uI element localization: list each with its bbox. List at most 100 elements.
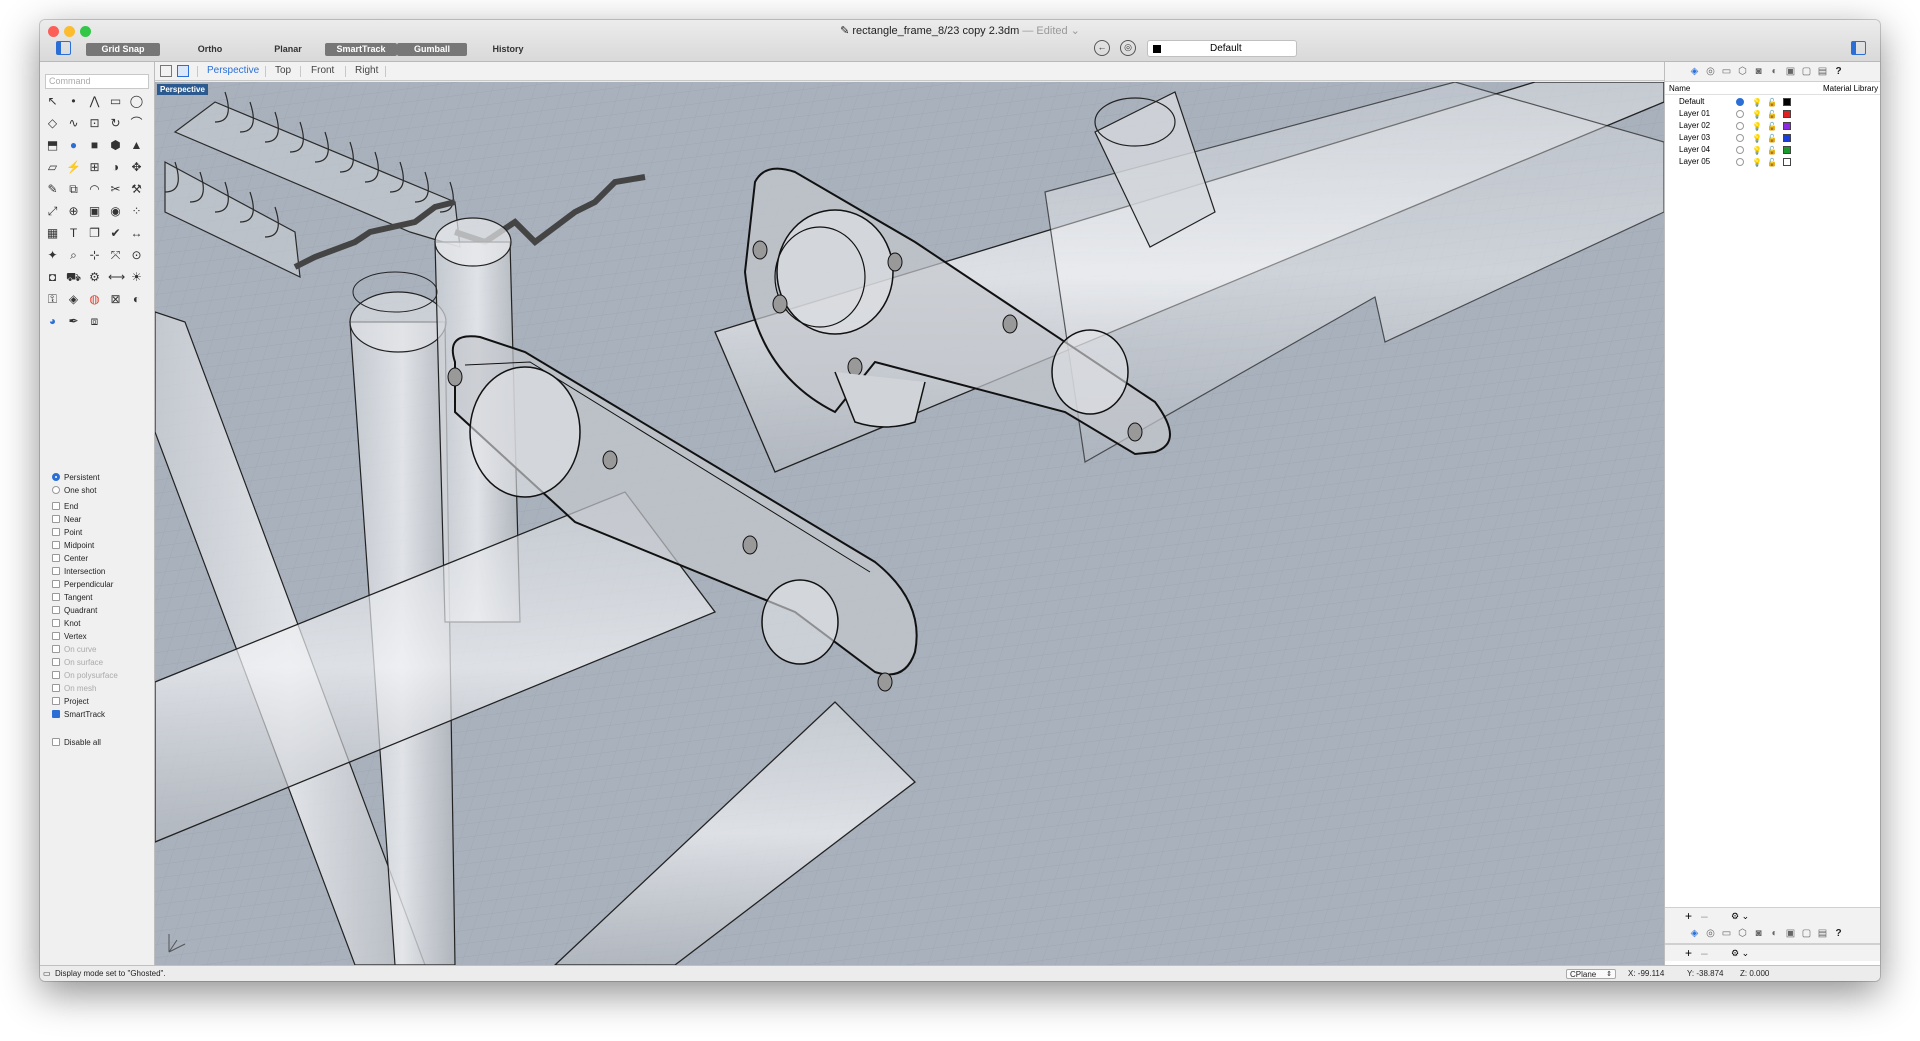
options-gear-icon-secondary[interactable]: ⚙ ⌄ [1731, 948, 1749, 959]
monitor-tab-icon[interactable]: ▢ [1801, 66, 1812, 77]
tab-front[interactable]: Front [311, 65, 334, 76]
osnap-tangent[interactable]: Tangent [52, 592, 92, 604]
car-icon[interactable]: ⛟ [66, 270, 81, 285]
arc-icon[interactable]: ◠ [87, 182, 102, 197]
viewport-canvas[interactable] [155, 82, 1664, 965]
layer-color-swatch[interactable] [1783, 158, 1791, 166]
display-icon[interactable]: ◐ [129, 292, 144, 307]
layer-color-swatch[interactable] [1783, 98, 1791, 106]
document-tab-icon[interactable]: ▭ [1721, 66, 1732, 77]
osnap-point[interactable]: Point [52, 527, 82, 539]
circle-icon[interactable]: ◯ [129, 94, 144, 109]
dots-icon[interactable]: ⁘ [129, 204, 144, 219]
checkbox-perpendicular[interactable] [52, 580, 60, 588]
polyline-icon[interactable]: ⋀ [87, 94, 102, 109]
layer-name[interactable]: Layer 04 [1679, 144, 1710, 156]
perspective-viewport[interactable]: Perspective [155, 82, 1664, 965]
mesh-icon[interactable]: ⊠ [108, 292, 123, 307]
osnap-center[interactable]: Center [52, 553, 88, 565]
layer-color-swatch[interactable] [1783, 146, 1791, 154]
materials-tab-icon-2[interactable]: ⬡ [1737, 928, 1748, 939]
layer-color-swatch[interactable] [1783, 134, 1791, 142]
light-icon[interactable]: ☀ [129, 270, 144, 285]
name-column-header[interactable]: Name [1669, 82, 1690, 95]
osnap-disable-all[interactable]: Disable all [52, 737, 101, 749]
color-wheel-icon[interactable]: ◍ [87, 292, 102, 307]
add-layer-button[interactable]: + [1685, 909, 1692, 923]
layer-row[interactable]: Default 💡 🔓 [1665, 96, 1880, 108]
globe-icon[interactable]: ◕ [45, 314, 60, 329]
zoom-extents-icon[interactable]: ⤧ [108, 248, 123, 263]
layer-row[interactable]: Layer 03 💡 🔓 [1665, 132, 1880, 144]
target-icon[interactable]: ◎ [1120, 40, 1136, 56]
camera-tab-icon[interactable]: ◙ [1753, 66, 1764, 77]
render-icon[interactable]: ✦ [45, 248, 60, 263]
osnap-one-shot[interactable]: One shot [52, 485, 96, 497]
add-button-secondary[interactable]: + [1685, 946, 1692, 960]
layer-color-swatch[interactable] [1783, 122, 1791, 130]
current-layer-indicator[interactable] [1736, 146, 1744, 154]
camera-tab-icon-2[interactable]: ◙ [1753, 928, 1764, 939]
layer-name[interactable]: Layer 03 [1679, 132, 1710, 144]
checkbox-smarttrack[interactable] [52, 710, 60, 718]
layer-name[interactable]: Layer 05 [1679, 156, 1710, 168]
remove-layer-button[interactable]: – [1701, 909, 1708, 923]
single-view-layout-icon[interactable] [177, 65, 189, 77]
checkbox-tangent[interactable] [52, 593, 60, 601]
osnap-smarttrack[interactable]: SmartTrack [52, 709, 105, 721]
fillet-icon[interactable]: ⌒ [129, 116, 144, 131]
curve-icon[interactable]: ∿ [66, 116, 81, 131]
display-tab-icon[interactable]: ◐ [1769, 66, 1780, 77]
material-library-column-header[interactable]: Material Library [1823, 82, 1878, 95]
dimension2-icon[interactable]: ⟷ [108, 270, 125, 285]
osnap-persistent[interactable]: Persistent [52, 472, 100, 484]
grid-icon[interactable]: ▦ [45, 226, 60, 241]
cube-icon[interactable]: ■ [87, 138, 102, 153]
tab-perspective[interactable]: Perspective [207, 65, 259, 76]
current-layer-indicator[interactable] [1736, 158, 1744, 166]
checkbox-on-curve[interactable] [52, 645, 60, 653]
checkbox-near[interactable] [52, 515, 60, 523]
gumball-toggle[interactable]: Gumball [397, 43, 467, 56]
osnap-on-mesh[interactable]: On mesh [52, 683, 96, 695]
viewport-label[interactable]: Perspective [157, 84, 208, 95]
history-toggle[interactable]: History [478, 43, 538, 56]
osnap-quadrant[interactable]: Quadrant [52, 605, 97, 617]
snap-icon[interactable]: ⊹ [87, 248, 102, 263]
planar-toggle[interactable]: Planar [258, 43, 318, 56]
smarttrack-toggle[interactable]: SmartTrack [325, 43, 397, 56]
properties-tab-icon[interactable]: ◎ [1705, 66, 1716, 77]
four-view-layout-icon[interactable] [160, 65, 172, 77]
radio-persistent[interactable] [52, 473, 60, 481]
layer-row[interactable]: Layer 04 💡 🔓 [1665, 144, 1880, 156]
viewport-tab-icon-2[interactable]: ▣ [1785, 928, 1796, 939]
checkbox-on-mesh[interactable] [52, 684, 60, 692]
osnap-on-surface[interactable]: On surface [52, 657, 103, 669]
camera-icon[interactable]: ◘ [45, 270, 60, 285]
surface-icon[interactable]: ◇ [45, 116, 60, 131]
materials-tab-icon[interactable]: ⬡ [1737, 66, 1748, 77]
light-bulb-icon[interactable]: 💡 [1752, 157, 1762, 169]
layers-tab-icon[interactable]: ◈ [1689, 66, 1700, 77]
layer-name[interactable]: Layer 01 [1679, 108, 1710, 120]
grid-snap-toggle[interactable]: Grid Snap [86, 43, 160, 56]
osnap-project[interactable]: Project [52, 696, 89, 708]
osnap-perpendicular[interactable]: Perpendicular [52, 579, 113, 591]
dimension-icon[interactable]: ↔ [129, 226, 144, 241]
layer-back-icon[interactable]: ← [1094, 40, 1110, 56]
layer-selector[interactable]: Default [1147, 40, 1297, 57]
layer-color-swatch[interactable] [1783, 110, 1791, 118]
checkbox-on-polysurface[interactable] [52, 671, 60, 679]
hammer-icon[interactable]: ⚒ [129, 182, 144, 197]
osnap-near[interactable]: Near [52, 514, 81, 526]
gear-icon[interactable]: ⚙ [87, 270, 102, 285]
layer-name[interactable]: Default [1679, 96, 1704, 108]
layer-row[interactable]: Layer 05 💡 🔓 [1665, 156, 1880, 168]
checkbox-on-surface[interactable] [52, 658, 60, 666]
osnap-intersection[interactable]: Intersection [52, 566, 105, 578]
select-arrow-icon[interactable]: ↖ [45, 94, 60, 109]
checkbox-vertex[interactable] [52, 632, 60, 640]
cplane-selector[interactable]: CPlane ⇕ [1566, 969, 1616, 979]
layer-options-gear-icon[interactable]: ⚙ ⌄ [1731, 911, 1749, 922]
paint-icon[interactable]: ✎ [45, 182, 60, 197]
